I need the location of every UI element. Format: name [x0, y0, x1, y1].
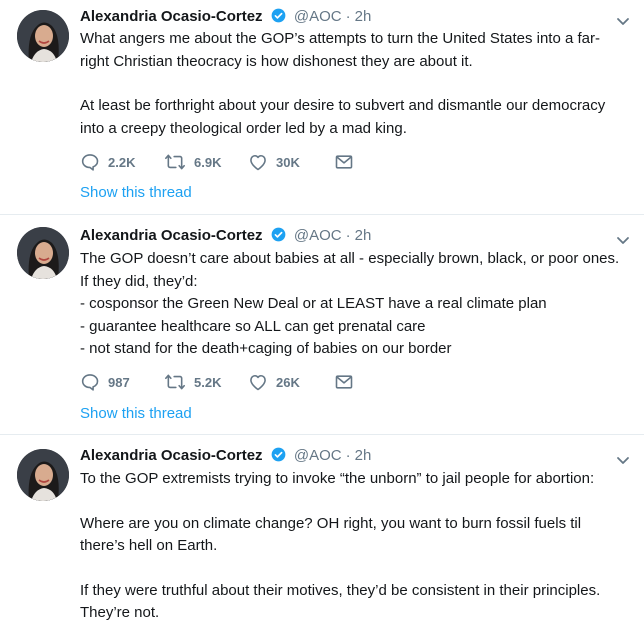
tweet-line: right Christian theocracy is how dishone…: [80, 52, 473, 70]
tweet-line: - not stand for the death+caging of babi…: [80, 340, 452, 357]
tweet-text: To the GOP extremists trying to invoke “…: [80, 468, 628, 625]
separator: ·: [345, 227, 351, 244]
tweet-line: Where are you on climate change? OH righ…: [80, 514, 582, 532]
separator: ·: [345, 447, 351, 464]
author-handle[interactable]: @AOC: [294, 227, 342, 244]
author-name[interactable]: Alexandria Ocasio-Cortez: [80, 227, 263, 244]
retweet-icon: [164, 152, 186, 172]
verified-badge-icon: [271, 447, 286, 466]
tweet-actions: 2.2K 6.9K 30K: [80, 150, 354, 174]
retweet-count: 6.9K: [194, 154, 222, 170]
verified-badge-icon: [271, 8, 286, 27]
retweet-button[interactable]: 5.2K: [164, 372, 248, 392]
show-thread-link[interactable]: Show this thread: [80, 184, 192, 201]
reply-icon: [80, 372, 100, 392]
message-icon: [334, 152, 354, 172]
tweet-text: What angers me about the GOP’s attempts …: [80, 28, 628, 140]
tweet-header: Alexandria Ocasio-Cortez @AOC · 2h: [80, 8, 371, 30]
tweet[interactable]: Alexandria Ocasio-Cortez @AOC · 2h The GOP…: [0, 215, 644, 435]
tweet-line: To the GOP extremists trying to invoke “…: [80, 470, 595, 487]
tweet-line: - cosponsor the Green New Deal or at LEA…: [80, 295, 547, 312]
message-icon: [334, 372, 354, 392]
tweet-line: The GOP doesn’t care about babies at all…: [80, 250, 620, 267]
tweet-line: into a creepy theological order led by a…: [80, 119, 407, 137]
retweet-icon: [164, 372, 186, 392]
like-icon: [248, 152, 268, 172]
tweet-actions: 987 5.2K 26K: [80, 370, 354, 394]
timestamp[interactable]: 2h: [355, 447, 372, 464]
message-button[interactable]: [334, 152, 354, 172]
reply-button[interactable]: 987: [80, 372, 164, 392]
separator: ·: [345, 8, 351, 25]
like-button[interactable]: 30K: [248, 152, 334, 172]
reply-count: 987: [108, 374, 130, 390]
avatar[interactable]: [17, 10, 69, 62]
show-thread-link[interactable]: Show this thread: [80, 405, 192, 422]
chevron-down-icon[interactable]: [616, 233, 630, 247]
avatar[interactable]: [17, 449, 69, 501]
tweet-line: If they were truthful about their motive…: [80, 581, 601, 599]
tweet-line: They’re not.: [80, 604, 160, 621]
author-handle[interactable]: @AOC: [294, 447, 342, 464]
like-count: 26K: [276, 374, 300, 390]
timestamp[interactable]: 2h: [355, 8, 372, 25]
like-count: 30K: [276, 154, 300, 170]
like-icon: [248, 372, 268, 392]
tweet[interactable]: Alexandria Ocasio-Cortez @AOC · 2h To the …: [0, 435, 644, 621]
timestamp[interactable]: 2h: [355, 227, 372, 244]
tweet-line: What angers me about the GOP’s attempts …: [80, 30, 600, 47]
chevron-down-icon[interactable]: [616, 14, 630, 28]
retweet-count: 5.2K: [194, 374, 222, 390]
tweet-header: Alexandria Ocasio-Cortez @AOC · 2h: [80, 447, 371, 469]
reply-icon: [80, 152, 100, 172]
author-handle[interactable]: @AOC: [294, 8, 342, 25]
chevron-down-icon[interactable]: [616, 453, 630, 467]
tweet-line: At least be forthright about your desire…: [80, 97, 606, 114]
avatar[interactable]: [17, 227, 69, 279]
like-button[interactable]: 26K: [248, 372, 334, 392]
verified-badge-icon: [271, 227, 286, 246]
author-name[interactable]: Alexandria Ocasio-Cortez: [80, 8, 263, 25]
tweet-line: If they did, they’d:: [80, 272, 198, 290]
tweet-header: Alexandria Ocasio-Cortez @AOC · 2h: [80, 227, 371, 249]
author-name[interactable]: Alexandria Ocasio-Cortez: [80, 447, 263, 464]
tweet-line: there’s hell on Earth.: [80, 537, 218, 554]
tweet-line: - guarantee healthcare so ALL can get pr…: [80, 317, 426, 335]
retweet-button[interactable]: 6.9K: [164, 152, 248, 172]
tweet[interactable]: Alexandria Ocasio-Cortez @AOC · 2h What an…: [0, 0, 644, 215]
tweet-text: The GOP doesn’t care about babies at all…: [80, 248, 628, 361]
message-button[interactable]: [334, 372, 354, 392]
reply-button[interactable]: 2.2K: [80, 152, 164, 172]
reply-count: 2.2K: [108, 154, 136, 170]
